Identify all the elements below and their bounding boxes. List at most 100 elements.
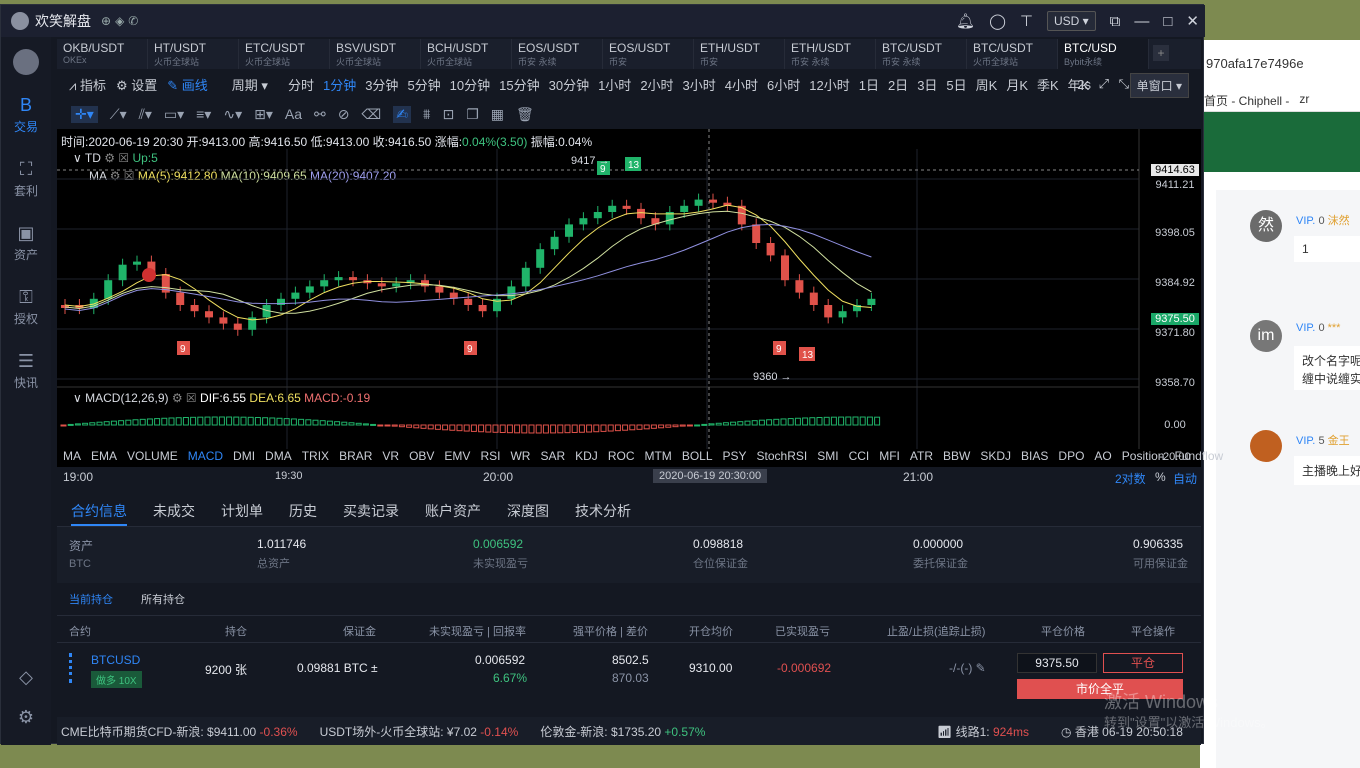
indicator-option[interactable]: DPO [1058,449,1084,463]
close-price-input[interactable]: 9375.50 [1017,653,1097,673]
wave-tool-icon[interactable]: ∿▾ [223,106,242,123]
fullscreen-icon[interactable]: ⤢ [1099,76,1109,92]
indicator-option[interactable]: MA [63,449,81,463]
period-option[interactable]: 15分钟 [499,75,539,94]
indicator-option[interactable]: Position [1122,449,1165,463]
measure-icon[interactable]: ⩩ [423,106,430,123]
tab-current-positions[interactable]: 当前持仓 [69,591,113,607]
notification-icon[interactable]: 🔔︎ [956,12,975,30]
tab-pair[interactable]: EOS/USDT 币安 [603,39,694,69]
grid-tool-icon[interactable]: ⊞▾ [254,106,273,123]
currency-select[interactable]: USD ▾ [1046,11,1096,31]
indicator-option[interactable]: MTM [644,449,671,463]
indicator-option[interactable]: DMI [233,449,255,463]
tab-pair[interactable]: BTC/USDT 火币全球站 [967,39,1058,69]
period-option[interactable]: 2小时 [640,75,673,94]
link-icon[interactable]: ⊘ [338,106,350,123]
log-scale-toggle[interactable]: 2对数 [1115,470,1146,487]
tab-pair[interactable]: ETC/USDT 火币全球站 [239,39,330,69]
period-option[interactable]: 4小时 [725,75,758,94]
close-position-button[interactable]: 平仓 [1103,653,1183,673]
period-option[interactable]: 1小时 [598,75,631,94]
indicator-option[interactable]: BRAR [339,449,372,463]
settings-icon[interactable]: ⚙ [1,707,51,728]
period-option[interactable]: 6小时 [767,75,800,94]
tab-pair[interactable]: OKB/USDT OKEx [57,39,148,69]
indicator-option[interactable]: Fundflow [1174,449,1223,463]
tab-pair[interactable]: BTC/USDT 币安 永续 [876,39,967,69]
tab-pair[interactable]: HT/USDT 火币全球站 [148,39,239,69]
bottom-tab[interactable]: 深度图 [507,501,549,526]
ray-tool-icon[interactable]: ⫽▾ [139,106,152,123]
bottom-tab[interactable]: 合约信息 [71,501,127,526]
indicator-option[interactable]: AO [1094,449,1111,463]
shirt-icon[interactable]: ⊤ [1020,12,1033,30]
lock-icon[interactable]: ⊡ [442,106,454,123]
indicator-option[interactable]: StochRSI [757,449,808,463]
chat-icon[interactable]: ◯ [989,12,1006,30]
magnet-icon[interactable]: ⚯ [314,106,326,123]
indicator-option[interactable]: KDJ [575,449,598,463]
tab-pair[interactable]: EOS/USDT 币安 永续 [512,39,603,69]
indicator-button[interactable]: ⩘ 指标 [69,75,106,94]
popout-icon[interactable]: ⧉ [1110,13,1121,30]
sidebar-item-news[interactable]: ☰ 快讯 [1,351,51,391]
line-tool-icon[interactable]: ⟋▾ [110,106,127,123]
address-bar[interactable]: 970afa17e7496e [1200,40,1360,84]
draw-button[interactable]: ✎ 画线 [167,75,208,94]
sidebar-item-trade[interactable]: B 交易 [1,95,51,135]
indicator-option[interactable]: SAR [540,449,565,463]
tab-pair[interactable]: BCH/USDT 火币全球站 [421,39,512,69]
period-option[interactable]: 季K [1037,75,1059,94]
indicator-option[interactable]: CCI [849,449,870,463]
refresh-rate[interactable]: 2s [1077,77,1091,92]
position-margin[interactable]: 0.09881 BTC ± [297,661,378,675]
indicator-option[interactable]: BOLL [682,449,713,463]
indicator-option[interactable]: SMI [817,449,838,463]
period-option[interactable]: 分时 [288,75,314,94]
position-symbol[interactable]: BTCUSD [91,653,140,667]
period-option[interactable]: 5分钟 [407,75,440,94]
close-icon[interactable]: ✕ [1186,12,1199,30]
bottom-tab[interactable]: 买卖记录 [343,501,399,526]
period-option[interactable]: 1分钟 [323,75,356,94]
drag-handle[interactable] [69,653,73,683]
period-option[interactable]: 3日 [917,75,937,94]
period-option[interactable]: 2日 [888,75,908,94]
period-option[interactable]: 周K [976,75,998,94]
indicator-option[interactable]: WR [510,449,530,463]
bookmark-item[interactable]: 首页 - Chiphell - [1204,92,1289,111]
period-option[interactable]: 5日 [946,75,966,94]
period-option[interactable]: 3分钟 [365,75,398,94]
indicator-option[interactable]: BIAS [1021,449,1048,463]
auto-scale-toggle[interactable]: 自动 [1173,470,1197,487]
indicator-option[interactable]: SKDJ [980,449,1011,463]
rect-tool-icon[interactable]: ▭▾ [164,106,184,123]
indicator-option[interactable]: OBV [409,449,434,463]
sidebar-item-assets[interactable]: ▣ 资产 [1,223,51,263]
diamond-icon[interactable]: ◇ [1,667,51,688]
collapse-icon[interactable]: ⤡ [1119,76,1129,92]
indicator-option[interactable]: EMA [91,449,117,463]
indicator-option[interactable]: MACD [188,449,223,463]
period-option[interactable]: 1日 [859,75,879,94]
maximize-icon[interactable]: □ [1163,13,1172,30]
connection-status[interactable]: 📶︎ 线路1: 924ms [937,723,1029,740]
indicator-option[interactable]: TRIX [302,449,329,463]
indicator-option[interactable]: ROC [608,449,635,463]
tab-pair[interactable]: ETH/USDT 币安 [694,39,785,69]
settings-button[interactable]: ⚙ 设置 [116,75,157,94]
copy-icon[interactable]: ❐ [466,106,479,123]
bottom-tab[interactable]: 历史 [289,501,317,526]
indicator-option[interactable]: EMV [444,449,470,463]
indicator-option[interactable]: MFI [879,449,900,463]
bottom-tab[interactable]: 计划单 [221,501,263,526]
trash-icon[interactable]: 🗑︎ [516,106,534,123]
indicator-option[interactable]: BBW [943,449,970,463]
sidebar-item-arbitrage[interactable]: ⛶ 套利 [1,159,51,199]
period-option[interactable]: 月K [1006,75,1028,94]
bottom-tab[interactable]: 技术分析 [575,501,631,526]
tab-pair[interactable]: BTC/USD Bybit永续 [1058,39,1149,69]
screenshot-icon[interactable]: ▦ [491,106,504,123]
kline-chart[interactable]: 时间:2020-06-19 20:30 开:9413.00 高:9416.50 … [57,129,1223,487]
